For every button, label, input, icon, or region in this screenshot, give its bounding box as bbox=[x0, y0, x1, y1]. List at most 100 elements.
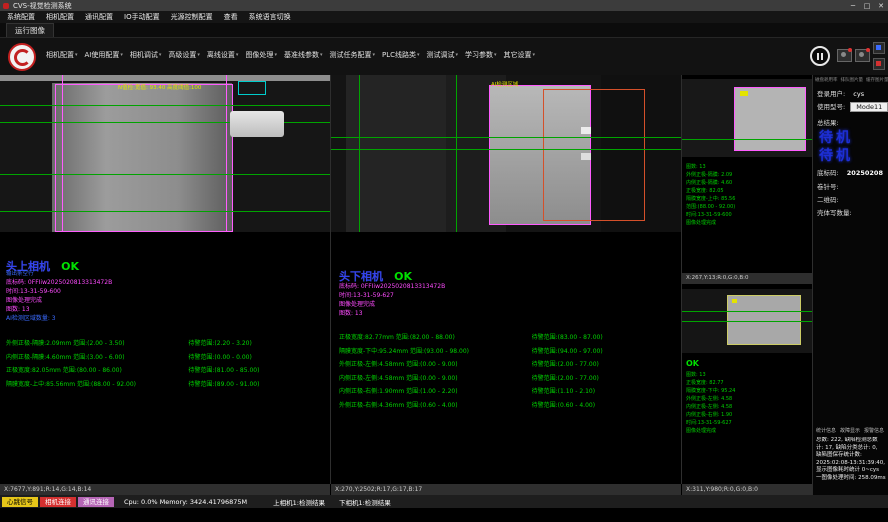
total-result-line-2: 待机 bbox=[819, 145, 853, 165]
time-line: 时间:13-31-59-627 bbox=[339, 291, 394, 300]
measurement-value: 外侧正极-隔膜:2.09mm 范围:(2.00 - 3.50) bbox=[6, 339, 188, 348]
chevron-down-icon: ▾ bbox=[75, 52, 78, 58]
menu-item-io-manual[interactable]: IO手动配置 bbox=[124, 12, 160, 22]
baseline-green bbox=[682, 139, 812, 140]
time-line: 时间:13-31-59-600 bbox=[6, 287, 61, 296]
toolbar-button-learning-params[interactable]: 学习参数▾ bbox=[465, 50, 497, 60]
toolbar-button-label: 其它设置 bbox=[504, 50, 532, 60]
camera-image-lower[interactable]: AI检测区域 bbox=[331, 75, 681, 232]
stats-line: 一图像处理时间: 258.09ms bbox=[816, 475, 888, 483]
tab-fault-display[interactable]: 故障显示 bbox=[840, 427, 860, 434]
close-button[interactable]: ✕ bbox=[874, 2, 888, 10]
menu-item-language[interactable]: 系统语言切换 bbox=[249, 12, 291, 22]
toolbar-button-camera-debug[interactable]: 相机调试▾ bbox=[130, 50, 162, 60]
baseline-green bbox=[0, 105, 330, 106]
statistics-text: 总数: 222, 缺陷检测总数 计: 17, 缺陷分类总计: 0, 缺陷图保存统… bbox=[816, 437, 888, 482]
measurement-warn-range: 待警范围:(89.00 - 91.00) bbox=[188, 380, 259, 389]
measurement-row: 外侧正极-左侧:4.58mm 范围:(0.00 - 9.00) 待警范围:(2.… bbox=[339, 360, 677, 369]
barcode-row: 底标码: 20250208 bbox=[817, 167, 887, 177]
chevron-down-icon: ▾ bbox=[417, 52, 420, 58]
menu-item-comm-config[interactable]: 通讯配置 bbox=[85, 12, 113, 22]
measurement-value: 正极宽度:82.77mm 范围:(82.00 - 88.00) bbox=[339, 333, 532, 342]
barcode-label: 底标码: bbox=[817, 169, 839, 177]
camera-image-upper[interactable]: N值检:宽值: 93.40 高度阈值:100 bbox=[0, 75, 330, 232]
image-top-band bbox=[0, 75, 330, 81]
toolbar-button-offline-settings[interactable]: 离线设置▾ bbox=[207, 50, 239, 60]
thumbnail-text-2: 图数: 13 正极宽度: 82.77 隔膜宽度-下中: 95.24 外侧正极-左… bbox=[686, 371, 735, 435]
heartbeat-status-badge: 心跳信号 bbox=[2, 497, 38, 507]
thumb-line: 正极宽度: 82.05 bbox=[686, 187, 735, 195]
chevron-down-icon: ▾ bbox=[159, 52, 162, 58]
status-ok: OK bbox=[686, 359, 699, 368]
measurement-warn-range: 待警范围:(94.00 - 97.00) bbox=[532, 347, 603, 356]
baseline-green bbox=[682, 311, 812, 312]
record-dot-icon bbox=[848, 48, 852, 52]
thumb-line: 时间:13-31-59-600 bbox=[686, 211, 735, 219]
toolbar-button-advanced-settings[interactable]: 高级设置▾ bbox=[168, 50, 200, 60]
tab-run-image[interactable]: 运行图像 bbox=[6, 23, 54, 38]
model-select[interactable]: Mode11 bbox=[850, 102, 888, 112]
ai-region-label: AI检测区域 bbox=[491, 80, 518, 88]
menu-item-light-control[interactable]: 光源控制配置 bbox=[171, 12, 213, 22]
stats-line: 缺陷图保存统计数: bbox=[816, 452, 888, 460]
process-done-line: 图像处理完成 bbox=[339, 300, 375, 309]
toolbar-button-baseline-params[interactable]: 基准线参数▾ bbox=[284, 50, 323, 60]
menu-item-camera-config[interactable]: 相机配置 bbox=[46, 12, 74, 22]
menu-item-system-config[interactable]: 系统配置 bbox=[7, 12, 35, 22]
maximize-button[interactable]: □ bbox=[860, 2, 874, 10]
thumbnail-text-1: 图数: 13 外侧正极-隔膜: 2.09 内侧正极-隔膜: 4.60 正极宽度:… bbox=[686, 163, 735, 227]
baseline-green bbox=[0, 211, 330, 212]
roi-outline-magenta bbox=[55, 84, 233, 232]
measure-line-magenta bbox=[226, 75, 227, 232]
thumbnail-image-2[interactable] bbox=[682, 289, 812, 353]
toolbar-button-label: AI使用配置 bbox=[85, 50, 120, 60]
measurement-warn-range: 待警范围:(0.00 - 0.00) bbox=[188, 353, 251, 362]
camera-bottom-record-button[interactable] bbox=[855, 49, 870, 62]
thumb-line: 图像处理完成 bbox=[686, 219, 735, 227]
total-result-line-1: 待机 bbox=[819, 127, 853, 147]
toolbar-button-plc[interactable]: PLC线路类▾ bbox=[382, 50, 420, 60]
toolbar-button-image-processing[interactable]: 图像处理▾ bbox=[245, 50, 277, 60]
toolbar-button-ai-config[interactable]: AI使用配置▾ bbox=[85, 50, 123, 60]
pause-button[interactable] bbox=[810, 46, 830, 66]
measurement-warn-range: 待警范围:(83.00 - 87.00) bbox=[532, 333, 603, 342]
minimize-button[interactable]: ─ bbox=[846, 2, 860, 10]
camera-top-record-button[interactable] bbox=[837, 49, 852, 62]
highlight-spot bbox=[581, 153, 591, 160]
toolbar-button-camera-config[interactable]: 相机配置▾ bbox=[46, 50, 78, 60]
disk-usage-label: 磁盘耗用率 bbox=[815, 77, 838, 83]
toolbar-button-label: 高级设置 bbox=[168, 50, 196, 60]
toolbar-button-label: 离线设置 bbox=[207, 50, 235, 60]
measurement-value: 正极宽度:82.05mm 范围:(80.00 - 86.00) bbox=[6, 366, 188, 375]
overlay-threshold-label: N值检:宽值: 93.40 高度阈值:100 bbox=[118, 83, 201, 91]
tab-alarm-info[interactable]: 报警信息 bbox=[864, 427, 884, 434]
toolbar-button-label: 相机配置 bbox=[46, 50, 74, 60]
brand-logo-icon bbox=[8, 43, 36, 71]
measurement-row: 外侧正极-隔膜:2.09mm 范围:(2.00 - 3.50) 待警范围:(2.… bbox=[6, 339, 326, 348]
thumb-line: 外侧正极-隔膜: 2.09 bbox=[686, 171, 735, 179]
menu-item-view[interactable]: 查看 bbox=[224, 12, 238, 22]
toolbar-button-other-settings[interactable]: 其它设置▾ bbox=[504, 50, 536, 60]
toolbar-button-test-debug[interactable]: 测试调试▾ bbox=[427, 50, 459, 60]
chevron-down-icon: ▾ bbox=[320, 52, 323, 58]
info-tabs: 统计信息 故障显示 报警信息 bbox=[816, 427, 884, 434]
app-window: CVS-视觉检测系统 ─ □ ✕ 系统配置 相机配置 通讯配置 IO手动配置 光… bbox=[0, 0, 888, 522]
titlebar: CVS-视觉检测系统 ─ □ ✕ bbox=[0, 0, 888, 11]
chevron-down-icon: ▾ bbox=[120, 52, 123, 58]
tool-icon-bottom[interactable] bbox=[873, 58, 885, 70]
measure-line-magenta bbox=[62, 75, 63, 232]
thumb-line: 时间:13-31-59-627 bbox=[686, 419, 735, 427]
roi-outline-cyan bbox=[238, 81, 266, 95]
tool-icon-top[interactable] bbox=[873, 42, 885, 54]
roll-pin-label: 卷针号: bbox=[817, 181, 887, 191]
tab-statistics[interactable]: 统计信息 bbox=[816, 427, 836, 434]
measurement-list: 正极宽度:82.77mm 范围:(82.00 - 88.00) 待警范围:(83… bbox=[339, 333, 677, 414]
menubar: 系统配置 相机配置 通讯配置 IO手动配置 光源控制配置 查看 系统语言切换 bbox=[0, 11, 888, 23]
toolbar-button-test-task-config[interactable]: 测试任务配置▾ bbox=[329, 50, 375, 60]
cpu-memory-readout: Cpu: 0.0% Memory: 3424.41796875M bbox=[124, 498, 247, 506]
model-row: 使用型号: Mode11 bbox=[817, 101, 887, 112]
model-label: 使用型号: bbox=[817, 103, 845, 111]
thumbnail-image-1[interactable] bbox=[682, 79, 812, 157]
part-region bbox=[727, 295, 801, 345]
toolbar-button-label: 学习参数 bbox=[465, 50, 493, 60]
